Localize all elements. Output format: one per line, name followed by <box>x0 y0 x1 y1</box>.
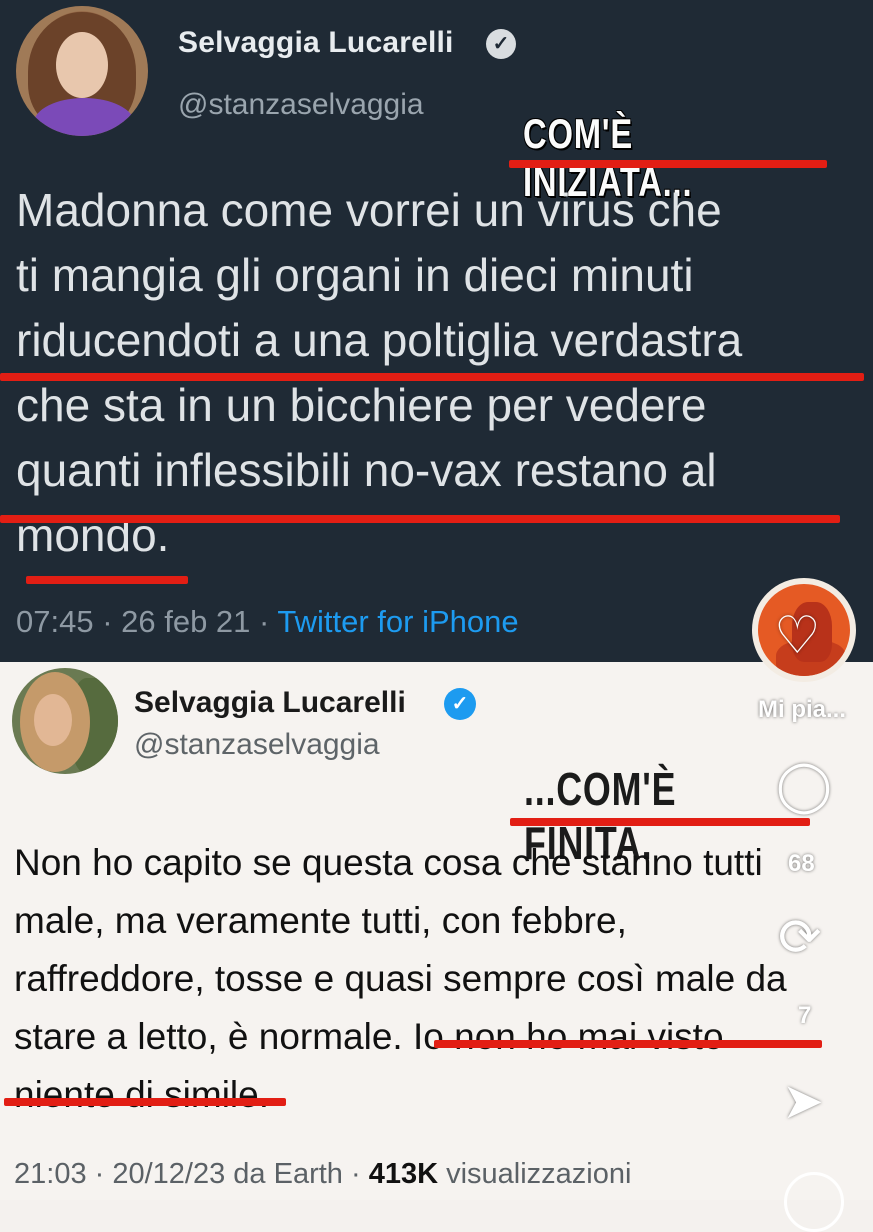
heart-icon[interactable]: ♡ <box>774 610 821 662</box>
bottom-tweet-text: Non ho capito se questa cosa che stanno … <box>14 834 873 1124</box>
top-tweet-meta: 07:45 · 26 feb 21 · Twitter for iPhone <box>16 604 519 640</box>
bottom-avatar[interactable] <box>12 668 118 774</box>
tweet-line: ti mangia gli organi in dieci minuti <box>16 249 694 301</box>
top-avatar[interactable] <box>16 6 148 136</box>
top-author-handle[interactable]: @stanzaselvaggia <box>178 88 424 122</box>
annotation-underline <box>509 160 827 168</box>
bottom-author-name[interactable]: Selvaggia Lucarelli <box>134 686 406 720</box>
verified-icon: ✓ <box>486 29 516 59</box>
bottom-author-handle[interactable]: @stanzaselvaggia <box>134 728 380 762</box>
views-label: visualizzazioni <box>438 1158 632 1190</box>
tweet-line: Madonna come vorrei un virus che <box>16 184 722 236</box>
comment-icon[interactable]: ◯ <box>776 760 832 810</box>
tweet-line: quanti inflessibili no-vax restano al <box>16 444 717 496</box>
tweet-line: che sta in un bicchiere per vedere <box>16 379 707 431</box>
tweet-line: Non ho capito se questa cosa che stanno … <box>14 842 763 883</box>
tweet-line: stare a letto, è normale. Io non ho mai … <box>14 1016 724 1057</box>
tweet-line: raffreddore, tosse e quasi sempre così m… <box>14 958 787 999</box>
highlight-underline <box>4 1098 286 1106</box>
tweet-source-link[interactable]: Twitter for iPhone <box>277 604 518 639</box>
top-tweet: Selvaggia Lucarelli ✓ @stanzaselvaggia C… <box>0 0 873 662</box>
tweet-line: mondo. <box>16 509 170 561</box>
tweet-timestamp: 07:45 · 26 feb 21 · <box>16 604 278 639</box>
highlight-underline <box>0 373 864 381</box>
verified-icon: ✓ <box>444 688 476 720</box>
highlight-underline <box>0 515 840 523</box>
share-icon[interactable]: ➤ <box>782 1076 824 1126</box>
bottom-tweet-meta: 21:03 · 20/12/23 da Earth · 413K visuali… <box>14 1158 631 1191</box>
annotation-underline <box>510 818 810 826</box>
like-label[interactable]: Mi pia... <box>758 696 846 724</box>
view-count: 413K <box>368 1158 439 1190</box>
more-options-icon[interactable] <box>784 1172 844 1232</box>
tweet-timestamp: 21:03 · 20/12/23 da Earth · <box>14 1158 369 1190</box>
highlight-underline <box>434 1040 822 1048</box>
tweet-line: male, ma veramente tutti, con febbre, <box>14 900 627 941</box>
comment-count: 68 <box>788 850 815 877</box>
highlight-underline <box>26 576 188 584</box>
tweet-line: riducendoti a una poltiglia verdastra <box>16 314 743 366</box>
tweet-line: niente di simile. <box>14 1074 270 1115</box>
repost-count: 7 <box>798 1002 812 1029</box>
top-author-name[interactable]: Selvaggia Lucarelli <box>178 26 454 60</box>
repost-icon[interactable]: ⟳ <box>778 912 822 964</box>
